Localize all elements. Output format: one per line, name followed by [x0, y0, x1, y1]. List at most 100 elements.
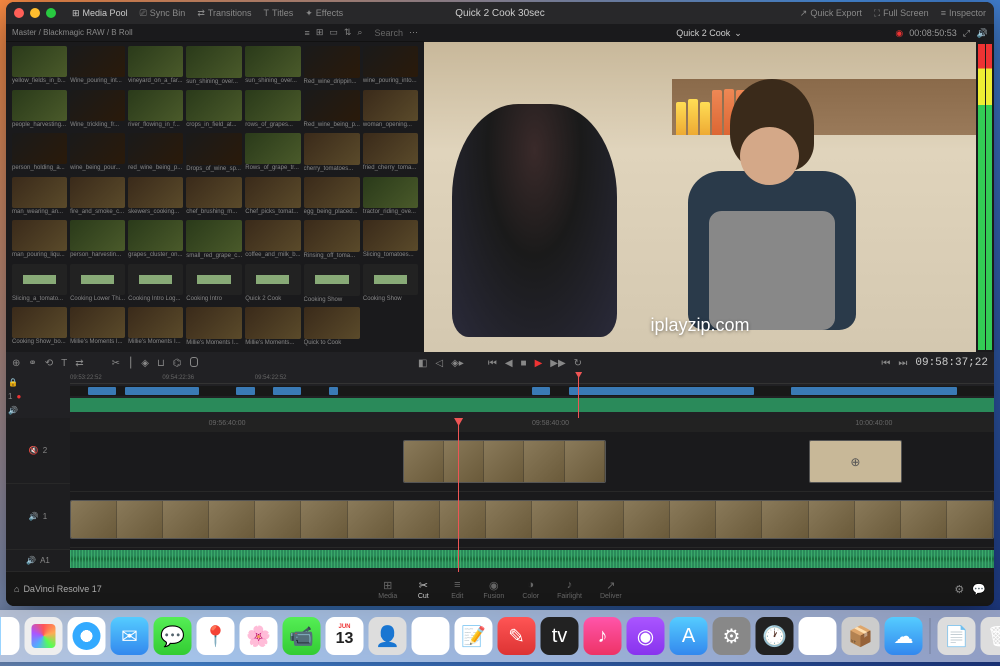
- tool-mic-icon[interactable]: [190, 357, 198, 370]
- media-clip[interactable]: Rinsing_off_toma...: [304, 220, 360, 261]
- breadcrumb[interactable]: Master / Blackmagic RAW / B Roll: [12, 28, 305, 37]
- stop-icon[interactable]: ■: [521, 358, 527, 369]
- timeline-clip[interactable]: [70, 500, 994, 539]
- dock-launchpad[interactable]: [25, 617, 63, 655]
- search-input[interactable]: Search: [374, 28, 403, 38]
- clip-thumbnail[interactable]: [186, 46, 242, 78]
- mini-clip[interactable]: [791, 387, 957, 395]
- upper-timeline-body[interactable]: 09:53:22:5209:54:22:3609:54:22:52: [70, 374, 994, 418]
- media-clip[interactable]: fire_and_smoke_c...: [70, 177, 125, 218]
- media-clip[interactable]: Slicing_tomatoes...: [363, 220, 418, 261]
- media-clip[interactable]: crops_in_field_at...: [186, 90, 242, 131]
- media-clip[interactable]: tractor_riding_ove...: [363, 177, 418, 218]
- sort-icon[interactable]: ⇅: [344, 27, 352, 38]
- dock-chrome[interactable]: ◕: [799, 617, 837, 655]
- clip-thumbnail[interactable]: [186, 264, 242, 296]
- media-clip[interactable]: people_harvesting...: [12, 90, 67, 131]
- list-view-icon[interactable]: ≡: [305, 28, 310, 38]
- media-clip[interactable]: Millie's Moments I...: [186, 307, 242, 348]
- clip-thumbnail[interactable]: [363, 133, 418, 164]
- clip-thumbnail[interactable]: [245, 264, 300, 295]
- audio-waveform[interactable]: [70, 550, 994, 568]
- speaker-icon[interactable]: 🔊: [8, 406, 18, 415]
- clip-thumbnail[interactable]: [70, 133, 125, 164]
- clip-thumbnail[interactable]: [245, 220, 300, 251]
- media-clip[interactable]: woman_opening...: [363, 90, 418, 131]
- clip-thumbnail[interactable]: [245, 177, 300, 208]
- timeline-ruler[interactable]: 09:56:40:0009:58:40:0010:00:40:00: [70, 418, 994, 432]
- track-header-a1[interactable]: 🔊A1: [6, 550, 70, 572]
- tool-snap-icon[interactable]: ⊔: [157, 358, 165, 369]
- media-clip[interactable]: fried_cherry_toma...: [363, 133, 418, 174]
- strip-view-icon[interactable]: ▭: [329, 27, 338, 38]
- upper-ruler[interactable]: 09:53:22:5209:54:22:3609:54:22:52: [70, 374, 994, 384]
- clip-thumbnail[interactable]: [128, 133, 183, 164]
- clip-thumbnail[interactable]: [304, 90, 360, 122]
- next-edit-icon[interactable]: ⏭: [898, 358, 907, 369]
- fast-review-icon[interactable]: ◈▸: [451, 358, 464, 369]
- media-clip[interactable]: Cooking Intro: [186, 264, 242, 305]
- clip-thumbnail[interactable]: [363, 46, 418, 77]
- first-frame-icon[interactable]: ⏮: [488, 358, 497, 369]
- media-clip[interactable]: small_red_grape_c...: [186, 220, 242, 261]
- clip-thumbnail[interactable]: [304, 220, 360, 252]
- media-clip[interactable]: Millie's Moments I...: [128, 307, 183, 348]
- dock-podcasts[interactable]: ◉: [627, 617, 665, 655]
- media-clip[interactable]: Cooking Intro Log...: [128, 264, 183, 305]
- clip-thumbnail[interactable]: [70, 307, 125, 338]
- timeline-playhead[interactable]: [458, 418, 459, 572]
- clip-thumbnail[interactable]: [304, 264, 360, 296]
- media-clip[interactable]: vineyard_on_a_far...: [128, 46, 183, 87]
- upper-video-track[interactable]: [70, 386, 994, 396]
- dock-downloads[interactable]: 📄: [938, 617, 976, 655]
- media-clip[interactable]: egg_being_placed...: [304, 177, 360, 218]
- mini-clip[interactable]: [125, 387, 199, 395]
- page-fairlight[interactable]: ♪Fairlight: [557, 578, 582, 600]
- tool-link-icon[interactable]: ⚭: [28, 358, 36, 369]
- upper-playhead[interactable]: [578, 374, 579, 418]
- tool-split-icon[interactable]: ⎮: [128, 358, 133, 369]
- mini-clip[interactable]: [236, 387, 254, 395]
- media-clip[interactable]: Millie's Moments...: [245, 307, 300, 348]
- clip-thumbnail[interactable]: [12, 177, 67, 208]
- video-track-2[interactable]: ⊕: [70, 432, 994, 492]
- media-clip[interactable]: wine_pouring_into...: [363, 46, 418, 87]
- viewer-canvas[interactable]: iplayzip.com: [424, 42, 976, 352]
- lock-icon[interactable]: 🔒: [8, 378, 18, 387]
- clip-thumbnail[interactable]: [186, 133, 242, 165]
- dock-settings[interactable]: ⚙: [713, 617, 751, 655]
- media-clip[interactable]: man_wearing_an...: [12, 177, 67, 218]
- nudge-left-icon[interactable]: ◁: [435, 358, 443, 369]
- dock-clock[interactable]: 🕐: [756, 617, 794, 655]
- media-clip[interactable]: person_harvestin...: [70, 220, 125, 261]
- close-button[interactable]: [14, 8, 24, 18]
- clip-thumbnail[interactable]: [304, 177, 360, 209]
- timeline-clip[interactable]: [403, 440, 606, 483]
- titlebar-full-screen[interactable]: ⛶Full Screen: [874, 8, 929, 19]
- prev-icon[interactable]: ◀: [505, 358, 513, 369]
- dock-safari[interactable]: [68, 617, 106, 655]
- track-num[interactable]: 1: [8, 392, 12, 401]
- media-clip[interactable]: Chef_picks_tomat...: [245, 177, 300, 218]
- clip-thumbnail[interactable]: [12, 46, 67, 77]
- media-clip[interactable]: sun_shining_over...: [245, 46, 300, 87]
- tool-trim-icon[interactable]: ✂: [112, 358, 120, 369]
- media-clip[interactable]: Drops_of_wine_sp...: [186, 133, 242, 174]
- thumb-view-icon[interactable]: ⊞: [316, 27, 324, 38]
- media-pool-grid[interactable]: yellow_fields_in_b...Wine_pouring_int...…: [6, 42, 424, 352]
- dock-music[interactable]: ♪: [584, 617, 622, 655]
- media-clip[interactable]: Wine_pouring_int...: [70, 46, 125, 87]
- clip-thumbnail[interactable]: [363, 177, 418, 208]
- media-clip[interactable]: sun_shining_over...: [186, 46, 242, 87]
- clip-thumbnail[interactable]: [12, 264, 67, 295]
- minimize-button[interactable]: [30, 8, 40, 18]
- media-clip[interactable]: man_pouring_liqu...: [12, 220, 67, 261]
- clip-thumbnail[interactable]: [12, 307, 67, 338]
- audio-track-1[interactable]: [70, 548, 994, 570]
- clip-thumbnail[interactable]: [186, 307, 242, 339]
- dock-contacts[interactable]: 👤: [369, 617, 407, 655]
- dock-weather[interactable]: ☁: [885, 617, 923, 655]
- dock-freeform[interactable]: ✎: [498, 617, 536, 655]
- workspace-tab-sync-bin[interactable]: ⎚Sync Bin: [140, 8, 186, 19]
- clip-thumbnail[interactable]: [245, 307, 300, 338]
